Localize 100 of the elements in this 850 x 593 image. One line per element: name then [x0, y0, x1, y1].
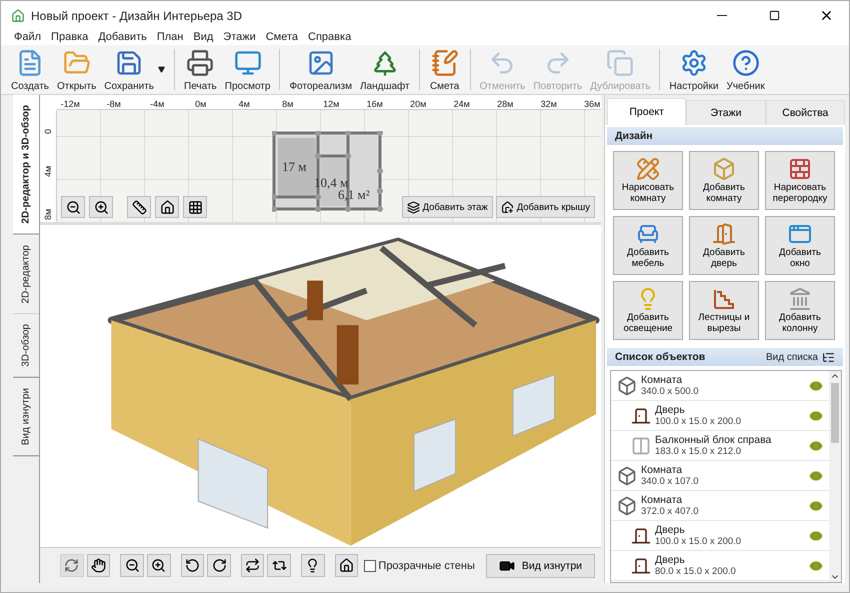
- section-title: Список объектов: [615, 351, 706, 363]
- object-name: Дверь: [655, 524, 686, 536]
- plan-tool-button[interactable]: [155, 196, 179, 218]
- rotate-360-icon: [64, 558, 80, 573]
- toolbar-button[interactable]: Смета: [424, 45, 465, 94]
- monitor-icon: [234, 49, 262, 77]
- object-list-item[interactable]: Балконный блок справа 183.0 x 15.0 x 212.0: [611, 431, 829, 461]
- hand-icon: [90, 558, 106, 573]
- design-tool-button[interactable]: Нарисовать перегородку: [765, 151, 835, 210]
- eye-icon[interactable]: [809, 408, 823, 422]
- design-tool-button[interactable]: Добавить окно: [765, 216, 835, 275]
- transparent-walls-checkbox[interactable]: Прозрачные стены: [364, 560, 475, 572]
- view-control-button[interactable]: [207, 554, 231, 577]
- grid-icon: [188, 200, 202, 214]
- plan-action-button[interactable]: Добавить крышу: [496, 196, 595, 218]
- eye-icon[interactable]: [809, 558, 823, 572]
- copy-icon: [606, 49, 634, 77]
- view-control-button[interactable]: [86, 554, 110, 577]
- object-list-item[interactable]: Дверь 100.0 x 15.0 x 200.0: [611, 401, 829, 431]
- design-tool-button[interactable]: Добавить мебель: [613, 216, 683, 275]
- design-tool-button[interactable]: Лестницы и вырезы: [689, 281, 759, 340]
- toolbar-button[interactable]: Фотореализм: [285, 45, 356, 94]
- object-list-item[interactable]: Комната 340.0 x 107.0: [611, 461, 829, 491]
- plan-tool-button[interactable]: [127, 196, 151, 218]
- layers-plus-icon: [406, 200, 420, 214]
- design-tool-button[interactable]: Добавить дверь: [689, 216, 759, 275]
- design-tool-button[interactable]: Нарисовать комнату: [613, 151, 683, 210]
- home-icon: [339, 558, 354, 573]
- section-title: Дизайн: [615, 130, 654, 142]
- dropdown-caret-icon[interactable]: [158, 66, 165, 73]
- view-control-button[interactable]: [180, 554, 204, 577]
- app-logo-icon: [11, 8, 25, 22]
- ruler-label: 12м: [322, 99, 340, 109]
- toolbar-button[interactable]: Настройки: [665, 45, 722, 94]
- design-tool-button[interactable]: Добавить освещение: [613, 281, 683, 340]
- toolbar-button[interactable]: Просмотр: [220, 45, 274, 94]
- ruler-label: 20м: [409, 99, 428, 109]
- plan-tool-button[interactable]: [89, 196, 113, 218]
- view-tab[interactable]: 2D-редактор и 3D-обзор: [13, 95, 39, 235]
- toolbar-button[interactable]: Создать: [7, 45, 54, 94]
- menu-item[interactable]: Смета: [260, 30, 304, 45]
- object-size: 100.0 x 15.0 x 200.0: [655, 416, 742, 428]
- ruler-label: 16м: [366, 99, 384, 109]
- toolbar-button[interactable]: Сохранить: [100, 45, 158, 94]
- view-control-button[interactable]: [240, 554, 264, 577]
- panel-tab[interactable]: Свойства: [766, 100, 845, 125]
- eye-icon[interactable]: [809, 438, 823, 452]
- brick-wall-icon: [788, 156, 812, 181]
- panel-tab[interactable]: Проект: [607, 98, 686, 125]
- inside-view-button[interactable]: Вид изнутри: [486, 554, 596, 578]
- toolbar-button[interactable]: Ландшафт: [356, 45, 414, 94]
- object-name: Балконный блок справа: [655, 434, 772, 446]
- ruler-icon: [132, 200, 146, 214]
- list-view-icon[interactable]: [822, 350, 835, 364]
- menu-item[interactable]: План: [152, 30, 188, 45]
- menu-item[interactable]: Файл: [9, 30, 46, 45]
- ruler-label: -8м: [106, 99, 122, 109]
- toolbar-button[interactable]: Учебник: [722, 45, 769, 94]
- plan-tool-button[interactable]: [183, 196, 207, 218]
- object-name: Дверь: [655, 554, 686, 566]
- object-list-item[interactable]: Комната 372.0 x 407.0: [611, 491, 829, 521]
- zoom-in-icon: [94, 200, 108, 214]
- design-tool-button[interactable]: Добавить колонну: [765, 281, 835, 340]
- toolbar-button[interactable]: Открыть: [53, 45, 100, 94]
- menu-item[interactable]: Этажи: [218, 30, 261, 45]
- object-size: 100.0 x 15.0 x 200.0: [655, 536, 742, 548]
- notebook-icon: [430, 49, 459, 77]
- object-list-item[interactable]: Комната 340.0 x 500.0: [611, 371, 829, 401]
- menu-item[interactable]: Справка: [303, 30, 356, 45]
- object-name: Комната: [641, 464, 684, 476]
- rotate-right-icon: [212, 558, 227, 573]
- object-list-item[interactable]: Дверь 80.0 x 15.0 x 200.0: [611, 551, 829, 581]
- menu-item[interactable]: Добавить: [93, 30, 152, 45]
- panel-tab[interactable]: Этажи: [686, 100, 766, 125]
- menu-item[interactable]: Правка: [46, 30, 94, 45]
- ruler-label: 0м: [194, 99, 208, 109]
- object-name: Комната: [641, 374, 684, 386]
- view-control-button[interactable]: [120, 554, 144, 577]
- eye-icon[interactable]: [809, 468, 823, 482]
- scrollbar[interactable]: [829, 371, 841, 582]
- ruler-label: 4м: [42, 164, 54, 177]
- toolbar-button[interactable]: Печать: [180, 45, 221, 94]
- ruler-label: 8м: [281, 99, 294, 109]
- room-area-label: 10,4 м: [314, 175, 348, 190]
- scrollbar-thumb[interactable]: [831, 383, 839, 443]
- ruler-label: 28м: [496, 99, 514, 109]
- eye-icon[interactable]: [809, 498, 823, 512]
- eye-icon[interactable]: [809, 528, 823, 542]
- home-icon: [160, 200, 174, 214]
- plan-tool-button[interactable]: [61, 196, 85, 218]
- plan-action-button[interactable]: Добавить этаж: [402, 196, 493, 218]
- menu-item[interactable]: Вид: [188, 30, 218, 45]
- view-control-button[interactable]: [301, 554, 325, 577]
- ruler-label: 32м: [540, 99, 558, 109]
- design-tool-button[interactable]: Добавить комнату: [689, 151, 759, 210]
- view-control-button[interactable]: [334, 554, 358, 577]
- eye-icon[interactable]: [809, 378, 823, 392]
- object-list-item[interactable]: Дверь 100.0 x 15.0 x 200.0: [611, 521, 829, 551]
- view-control-button[interactable]: [146, 554, 171, 577]
- view-control-button[interactable]: [267, 554, 292, 577]
